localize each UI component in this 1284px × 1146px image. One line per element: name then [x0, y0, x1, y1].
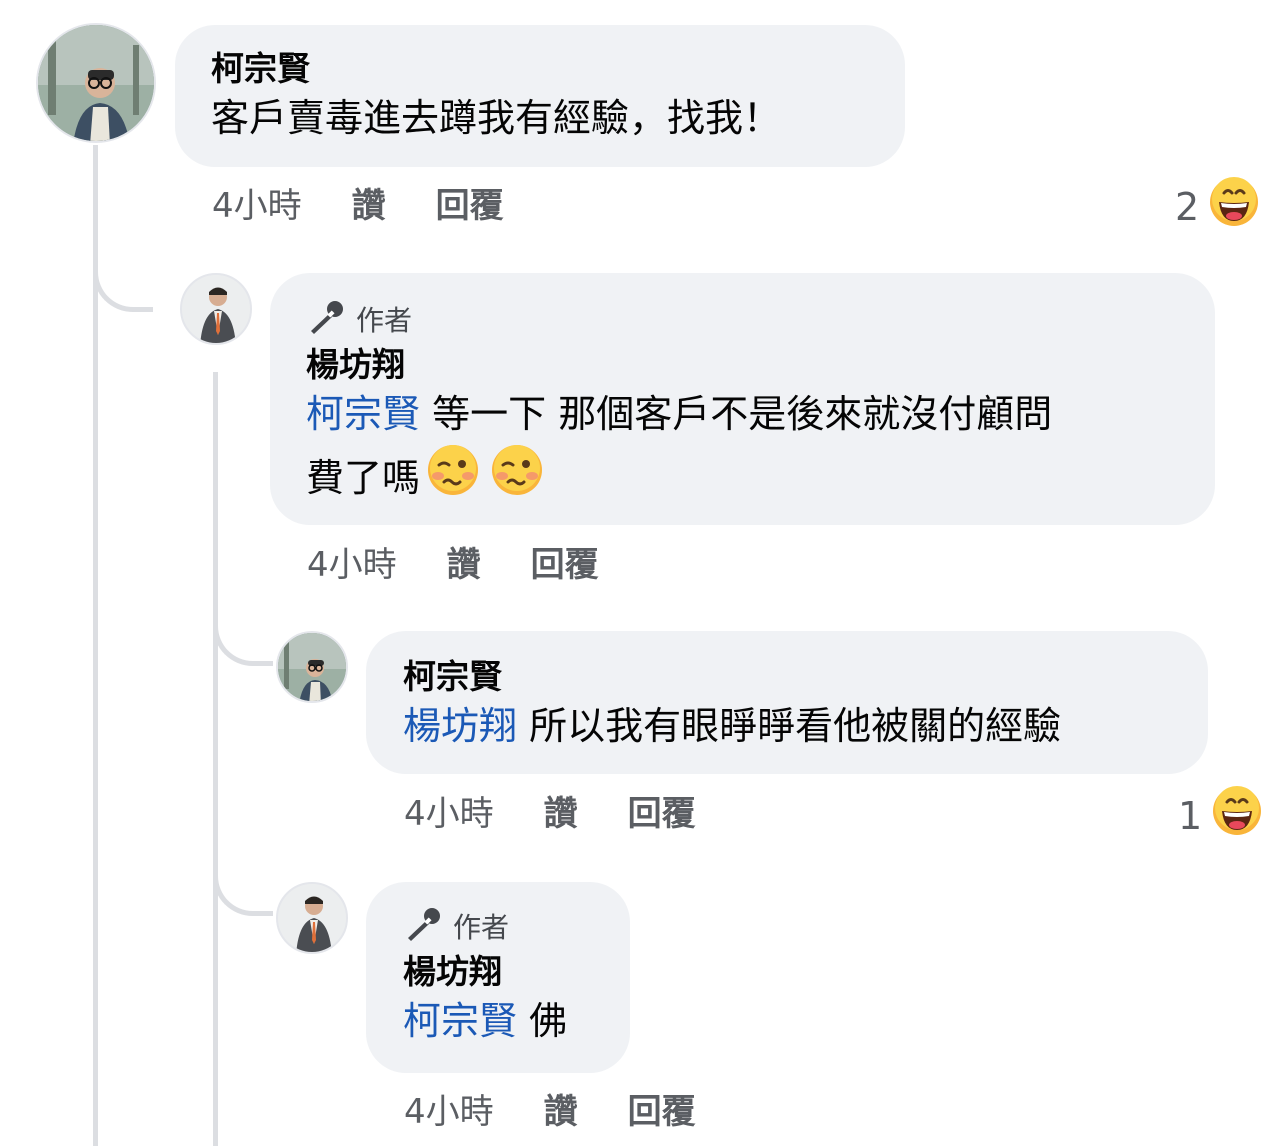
reaction-summary[interactable]: 2 [1175, 177, 1259, 236]
comment-text: 柯宗賢 佛 [403, 992, 593, 1050]
author-badge-label: 作者 [356, 304, 413, 337]
avatar[interactable] [276, 882, 348, 954]
comment-actions: 4小時 讚 回覆 [404, 1092, 696, 1132]
reply-button[interactable]: 回覆 [628, 794, 696, 834]
like-button[interactable]: 讚 [447, 545, 481, 585]
comment-text: 客戶賣毒進去蹲我有經驗，找我！ [211, 96, 782, 140]
like-button[interactable]: 讚 [352, 186, 386, 226]
author-badge: 作者 [403, 906, 593, 950]
timestamp[interactable]: 4小時 [212, 186, 302, 226]
thread-line-nested [213, 372, 218, 1146]
timestamp[interactable]: 4小時 [404, 1092, 494, 1132]
comment-text-body: 所以我有眼睜睜看他被關的經驗 [529, 704, 1062, 748]
comment-bubble: 作者 楊坊翔 柯宗賢 等一下 那個客戶不是後來就沒付顧問 費了嗎 [270, 273, 1215, 525]
comment-text-line2: 費了嗎 [306, 456, 421, 500]
reaction-count: 1 [1178, 793, 1203, 838]
author-badge-label: 作者 [453, 911, 510, 944]
mention-link[interactable]: 柯宗賢 [306, 392, 420, 436]
comment-bubble: 作者 楊坊翔 柯宗賢 佛 [366, 882, 630, 1073]
microphone-icon [403, 906, 443, 950]
reply-button[interactable]: 回覆 [436, 186, 504, 226]
comment-actions: 4小時 讚 回覆 [307, 545, 599, 585]
thread-connector-curve [93, 240, 153, 312]
mention-link[interactable]: 楊坊翔 [403, 704, 517, 748]
haha-emoji-icon [1212, 786, 1262, 845]
woozy-face-emoji [490, 443, 544, 513]
commenter-name[interactable]: 柯宗賢 [403, 657, 1171, 697]
avatar[interactable] [276, 631, 348, 703]
commenter-name[interactable]: 柯宗賢 [211, 49, 869, 89]
avatar[interactable] [180, 273, 252, 345]
thread-connector-curve [213, 850, 273, 916]
reaction-count: 2 [1175, 184, 1200, 229]
reply-button[interactable]: 回覆 [531, 545, 599, 585]
comment-text-line1: 等一下 那個客戶不是後來就沒付顧問 [432, 392, 1053, 436]
avatar[interactable] [36, 23, 156, 143]
like-button[interactable]: 讚 [544, 794, 578, 834]
comment-actions: 4小時 讚 回覆 [212, 186, 504, 226]
microphone-icon [306, 299, 346, 343]
comment-text: 楊坊翔 所以我有眼睜睜看他被關的經驗 [403, 697, 1171, 755]
comment-bubble: 柯宗賢 客戶賣毒進去蹲我有經驗，找我！ [175, 25, 905, 167]
reaction-summary[interactable]: 1 [1178, 786, 1262, 845]
timestamp[interactable]: 4小時 [404, 794, 494, 834]
thread-connector-curve [213, 600, 273, 666]
woozy-face-emoji [426, 443, 480, 513]
comment-text: 費了嗎 [306, 443, 1179, 513]
author-badge: 作者 [306, 299, 1179, 343]
timestamp[interactable]: 4小時 [307, 545, 397, 585]
commenter-name[interactable]: 楊坊翔 [403, 952, 593, 992]
mention-link[interactable]: 柯宗賢 [403, 999, 517, 1043]
haha-emoji-icon [1209, 177, 1259, 236]
reply-button[interactable]: 回覆 [628, 1092, 696, 1132]
comment-actions: 4小時 讚 回覆 [404, 794, 696, 834]
thread-line-main [93, 145, 98, 1146]
like-button[interactable]: 讚 [544, 1092, 578, 1132]
comment-bubble: 柯宗賢 楊坊翔 所以我有眼睜睜看他被關的經驗 [366, 631, 1208, 774]
commenter-name[interactable]: 楊坊翔 [306, 345, 1179, 385]
comment-text-body: 佛 [529, 999, 568, 1043]
comment-text: 柯宗賢 等一下 那個客戶不是後來就沒付顧問 [306, 385, 1179, 443]
